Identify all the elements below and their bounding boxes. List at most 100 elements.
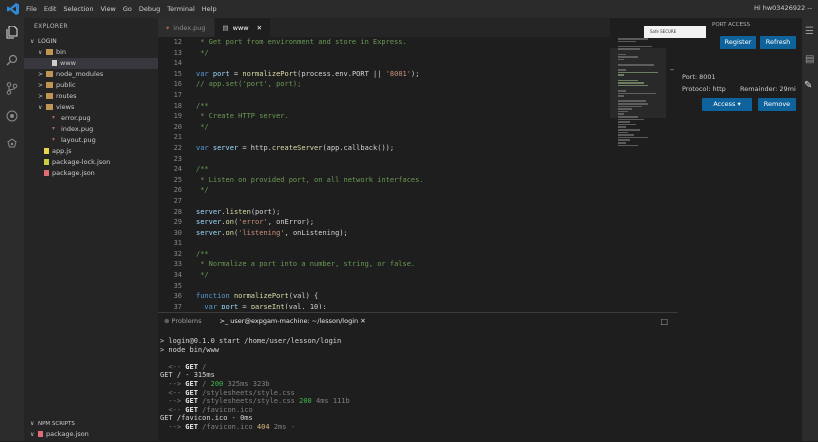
- search-icon[interactable]: [0, 46, 24, 74]
- line-number: 33: [173, 260, 182, 269]
- code-token: * Get port from environment and store in…: [196, 38, 407, 46]
- terminal-line: --> GET / 200 325ms 323b: [160, 380, 678, 389]
- terminal-token: <--: [160, 388, 186, 397]
- code-editor[interactable]: 12 * Get port from environment and store…: [158, 37, 610, 309]
- minimap-line: [618, 136, 648, 139]
- tree-item-app-js[interactable]: app.js: [24, 146, 158, 157]
- line-number: 17: [173, 90, 182, 99]
- code-text: * Listen on provided port, on all networ…: [196, 175, 423, 186]
- tab-problems[interactable]: ⊗ Problems: [164, 317, 202, 325]
- tab-index-pug[interactable]: ▾ index.pug: [158, 18, 215, 37]
- code-token: // app.set('port', port);: [196, 80, 302, 89]
- code-line: 15 var port = normalizePort(process.env.P…: [158, 69, 610, 80]
- source-control-icon[interactable]: [0, 74, 24, 102]
- tab-www[interactable]: ▤ www ✕: [214, 18, 272, 37]
- maximize-panel-icon[interactable]: □: [660, 317, 668, 326]
- plugin-icon[interactable]: ✎: [804, 80, 812, 91]
- line-number: 36: [173, 292, 182, 301]
- code-token: (app.callback());: [322, 143, 395, 152]
- pug-file-icon: ▾: [52, 136, 56, 143]
- code-token: );: [410, 69, 420, 78]
- tree-item-label: views: [56, 103, 75, 111]
- code-line: 21: [158, 132, 610, 143]
- folder-icon: [46, 71, 53, 77]
- tree-item-label: package-lock.json: [52, 158, 111, 166]
- terminal-line: > login@0.1.0 start /home/user/lesson/lo…: [160, 337, 342, 345]
- menu-debug[interactable]: Debug: [139, 5, 160, 13]
- minimap-line: [618, 131, 628, 134]
- close-icon[interactable]: ✕: [360, 317, 365, 325]
- code-text: /**: [196, 164, 209, 175]
- terminal-line: --> GET /stylesheets/style.css 200 4ms 1…: [160, 397, 678, 406]
- tree-item-views[interactable]: ∨ views: [24, 102, 158, 113]
- menu-file[interactable]: File: [26, 5, 37, 13]
- refresh-button[interactable]: Refresh: [760, 36, 796, 49]
- menu-go[interactable]: Go: [123, 5, 132, 13]
- code-token: (val, 10);: [284, 302, 327, 309]
- terminal-icon: >_: [219, 317, 229, 325]
- tree-item-label: error.pug: [61, 114, 91, 122]
- tree-item-index-pug[interactable]: ▾ index.pug: [24, 124, 158, 135]
- code-line: 26 */: [158, 185, 610, 196]
- list-icon[interactable]: ☰: [805, 26, 814, 37]
- tree-item-package-lock-json[interactable]: package-lock.json: [24, 157, 158, 168]
- debug-icon[interactable]: [0, 102, 24, 130]
- access-dropdown[interactable]: Access ▾: [702, 98, 752, 111]
- register-button[interactable]: Register: [720, 36, 756, 49]
- code-line: 33 * Normalize a port into a number, str…: [158, 259, 610, 270]
- minimap-line: [618, 139, 630, 141]
- remove-button[interactable]: Remove: [758, 98, 796, 111]
- explorer-icon[interactable]: [0, 18, 24, 46]
- panel-title: PORT ACCESS: [712, 22, 750, 28]
- json-file-icon: [38, 431, 43, 437]
- terminal-output[interactable]: > login@0.1.0 start /home/user/lesson/lo…: [158, 329, 678, 432]
- tab-terminal[interactable]: >_ user@expgam-machine: ~/lesson/login ✕: [220, 317, 366, 325]
- tree-item-routes[interactable]: > routes: [24, 91, 158, 102]
- code-token: server: [212, 143, 239, 152]
- menu-help[interactable]: Help: [202, 5, 217, 13]
- chevron-right-icon: >: [38, 82, 44, 89]
- menu-bar: File Edit Selection View Go Debug Terminal Help: [26, 5, 217, 13]
- chevron-down-icon: ▾: [737, 100, 741, 108]
- menu-view[interactable]: View: [100, 5, 115, 13]
- document-icon[interactable]: ▤: [805, 54, 814, 65]
- npm-package-json[interactable]: ∨ package.json: [24, 429, 158, 440]
- close-icon[interactable]: ✕: [257, 24, 262, 32]
- tree-item-package-json[interactable]: package.json: [24, 168, 158, 179]
- menu-edit[interactable]: Edit: [44, 5, 57, 13]
- code-text: */: [196, 185, 208, 196]
- js-file-icon: [44, 148, 49, 154]
- line-number: 14: [173, 59, 182, 68]
- explorer-title: EXPLORER: [34, 23, 68, 30]
- extensions-icon[interactable]: [0, 130, 24, 158]
- line-number: 13: [173, 48, 182, 57]
- tree-item-error-pug[interactable]: ▾ error.pug: [24, 113, 158, 124]
- line-number: 25: [173, 175, 182, 184]
- code-token: on: [225, 228, 234, 237]
- line-number: 27: [173, 196, 182, 205]
- json-file-icon: [44, 159, 49, 165]
- tree-item-public[interactable]: > public: [24, 80, 158, 91]
- tree-item-bin[interactable]: ∨ bin: [24, 47, 158, 58]
- menu-selection[interactable]: Selection: [63, 5, 93, 13]
- minimap[interactable]: [610, 18, 666, 309]
- menu-terminal[interactable]: Terminal: [167, 5, 194, 13]
- folder-root-login[interactable]: ∨ LOGIN: [24, 36, 158, 47]
- code-line: 35: [158, 281, 610, 292]
- tree-item-layout-pug[interactable]: ▾ layout.pug: [24, 135, 158, 146]
- folder-icon: [46, 104, 53, 110]
- tab-label: www: [232, 23, 249, 32]
- code-line: 22 var server = http.createServer(app.cal…: [158, 143, 610, 154]
- code-token: port: [221, 302, 239, 309]
- tree-item-node-modules[interactable]: > node_modules: [24, 69, 158, 80]
- code-token: var: [196, 302, 222, 309]
- code-line: 24 /**: [158, 164, 610, 175]
- minimap-viewport[interactable]: [610, 48, 666, 118]
- collapse-dash[interactable]: –: [670, 65, 674, 74]
- file-file-icon: [52, 60, 57, 66]
- code-token: , onError);: [267, 218, 315, 227]
- npm-scripts-header[interactable]: ∨ NPM SCRIPTS: [24, 418, 158, 429]
- chevron-right-icon: >: [38, 93, 44, 100]
- tree-item-www[interactable]: www: [24, 58, 158, 69]
